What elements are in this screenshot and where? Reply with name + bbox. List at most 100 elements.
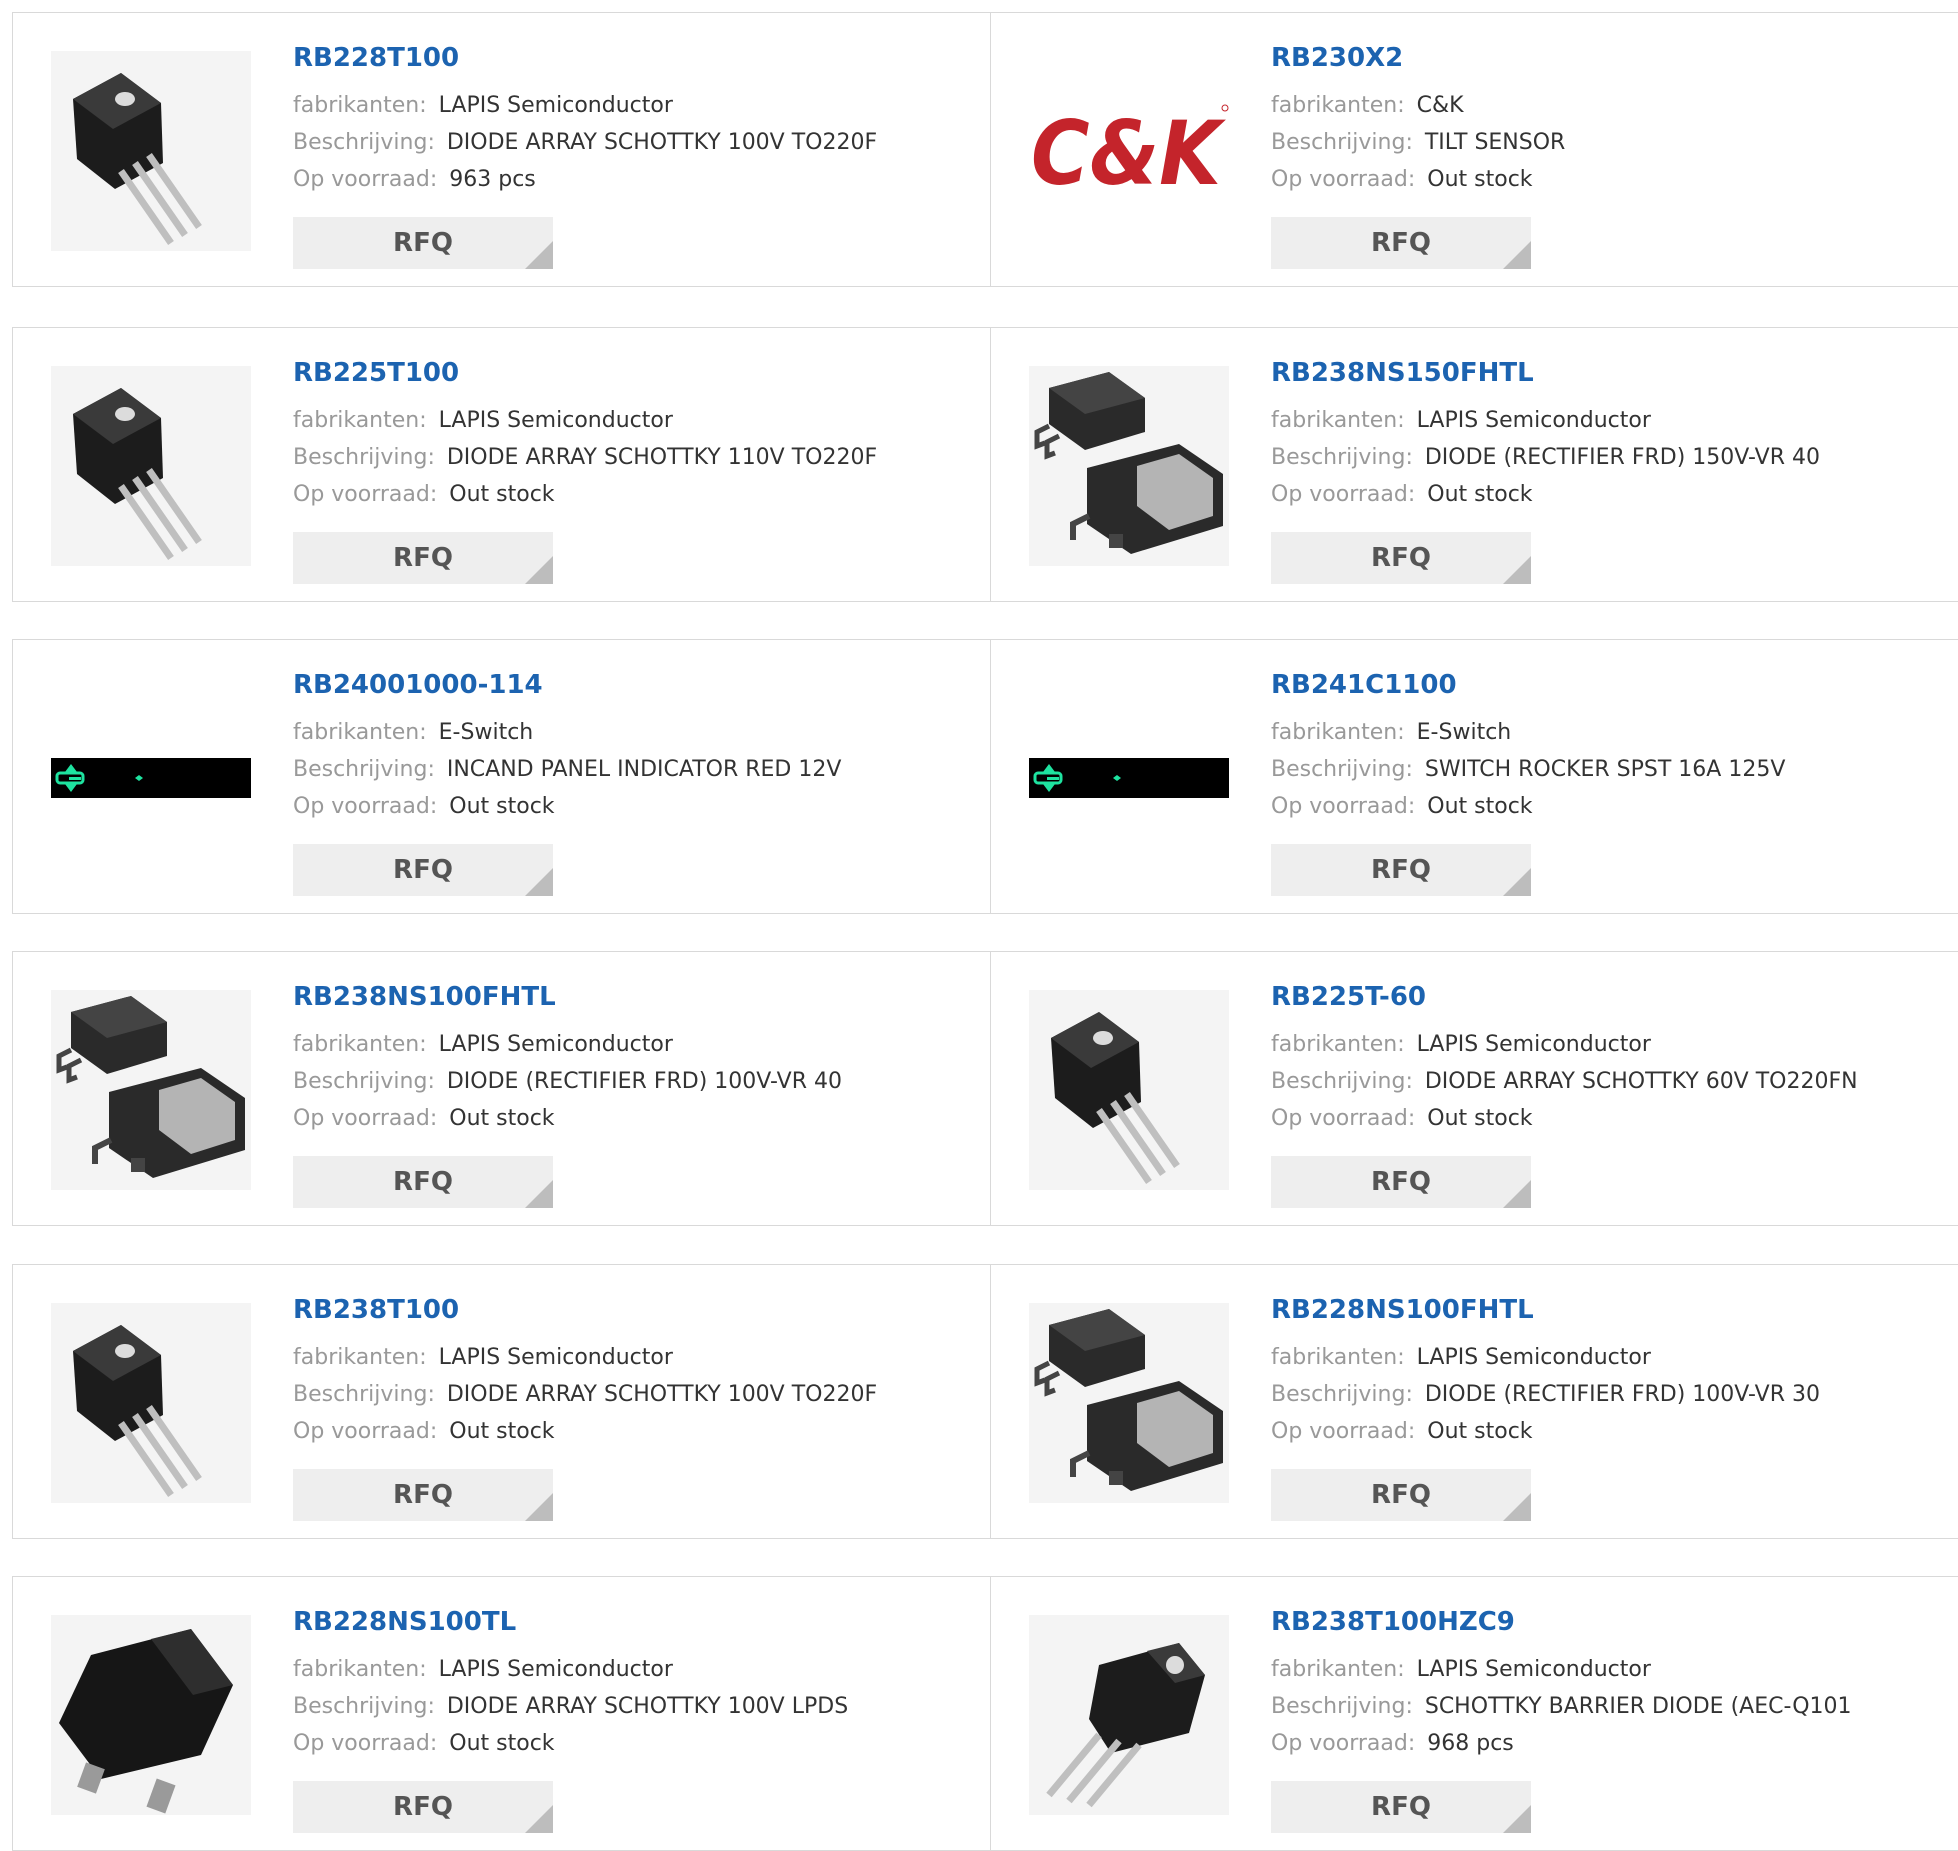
product-row: RB228NS100TL fabrikanten: LAPIS Semicondu… xyxy=(12,1576,1958,1851)
rfq-label: RFQ xyxy=(393,1792,453,1822)
to220-package-icon[interactable] xyxy=(1029,990,1229,1190)
rfq-button[interactable]: RFQ xyxy=(293,1469,553,1521)
part-number-link[interactable]: RB238T100HZC9 xyxy=(1271,1607,1958,1637)
description-label: Beschrijving: xyxy=(293,757,435,782)
manufacturer-label: fabrikanten: xyxy=(1271,720,1405,745)
to220-package-icon[interactable] xyxy=(51,1303,251,1503)
product-card: RB238NS100FHTL fabrikanten: LAPIS Semicon… xyxy=(12,951,991,1226)
stock-line: Op voorraad: Out stock xyxy=(1271,161,1958,198)
corner-triangle-icon xyxy=(1503,556,1531,584)
part-number-link[interactable]: RB228T100 xyxy=(293,43,980,73)
manufacturer-value: LAPIS Semiconductor xyxy=(1416,408,1651,433)
rfq-button[interactable]: RFQ xyxy=(293,1156,553,1208)
rfq-label: RFQ xyxy=(393,855,453,885)
part-number-link[interactable]: RB241C1100 xyxy=(1271,670,1958,700)
eswitch-strip-icon[interactable] xyxy=(1029,678,1229,878)
rfq-label: RFQ xyxy=(1371,1167,1431,1197)
rfq-button[interactable]: RFQ xyxy=(1271,1156,1531,1208)
stock-label: Op voorraad: xyxy=(293,482,438,507)
product-info: RB241C1100 fabrikanten: E-Switch Beschrij… xyxy=(1271,670,1958,825)
rfq-button[interactable]: RFQ xyxy=(293,1781,553,1833)
rfq-label: RFQ xyxy=(393,1167,453,1197)
stock-line: Op voorraad: Out stock xyxy=(1271,476,1958,513)
product-info: RB238T100HZC9 fabrikanten: LAPIS Semicond… xyxy=(1271,1607,1958,1762)
rfq-label: RFQ xyxy=(393,228,453,258)
stock-label: Op voorraad: xyxy=(1271,1106,1416,1131)
to220-alt-package-icon[interactable] xyxy=(1029,1615,1229,1815)
description-label: Beschrijving: xyxy=(1271,1694,1413,1719)
manufacturer-line: fabrikanten: LAPIS Semiconductor xyxy=(293,1339,980,1376)
eswitch-strip-icon[interactable] xyxy=(51,678,251,878)
description-line: Beschrijving: TILT SENSOR xyxy=(1271,124,1958,161)
description-label: Beschrijving: xyxy=(293,445,435,470)
part-number-link[interactable]: RB24001000-114 xyxy=(293,670,980,700)
description-line: Beschrijving: DIODE (RECTIFIER FRD) 100V-… xyxy=(1271,1376,1958,1413)
manufacturer-line: fabrikanten: LAPIS Semiconductor xyxy=(293,1651,980,1688)
description-value: TILT SENSOR xyxy=(1424,130,1566,155)
part-number-link[interactable]: RB228NS100TL xyxy=(293,1607,980,1637)
stock-line: Op voorraad: Out stock xyxy=(1271,1413,1958,1450)
stock-label: Op voorraad: xyxy=(1271,794,1416,819)
description-value: SWITCH ROCKER SPST 16A 125V xyxy=(1424,757,1786,782)
description-line: Beschrijving: DIODE ARRAY SCHOTTKY 100V T… xyxy=(293,124,980,161)
rfq-button[interactable]: RFQ xyxy=(1271,1469,1531,1521)
product-card: RB225T100 fabrikanten: LAPIS Semiconducto… xyxy=(12,327,991,602)
rfq-label: RFQ xyxy=(1371,855,1431,885)
stock-value: Out stock xyxy=(449,794,555,819)
lpds-package-icon[interactable] xyxy=(51,1615,251,1815)
stock-value: Out stock xyxy=(449,1419,555,1444)
dpak-pair-icon[interactable] xyxy=(1029,1303,1229,1503)
part-number-link[interactable]: RB230X2 xyxy=(1271,43,1958,73)
product-info: RB228NS100FHTL fabrikanten: LAPIS Semicon… xyxy=(1271,1295,1958,1450)
description-label: Beschrijving: xyxy=(293,1382,435,1407)
description-value: DIODE ARRAY SCHOTTKY 110V TO220F xyxy=(446,445,878,470)
manufacturer-line: fabrikanten: LAPIS Semiconductor xyxy=(1271,1026,1958,1063)
manufacturer-label: fabrikanten: xyxy=(1271,1657,1405,1682)
product-row: RB225T100 fabrikanten: LAPIS Semiconducto… xyxy=(12,327,1958,602)
description-line: Beschrijving: SCHOTTKY BARRIER DIODE (AEC… xyxy=(1271,1688,1958,1725)
description-line: Beschrijving: DIODE ARRAY SCHOTTKY 100V T… xyxy=(293,1376,980,1413)
part-number-link[interactable]: RB228NS100FHTL xyxy=(1271,1295,1958,1325)
rfq-button[interactable]: RFQ xyxy=(1271,844,1531,896)
manufacturer-line: fabrikanten: LAPIS Semiconductor xyxy=(293,87,980,124)
manufacturer-label: fabrikanten: xyxy=(1271,1032,1405,1057)
dpak-pair-icon[interactable] xyxy=(51,990,251,1190)
stock-label: Op voorraad: xyxy=(1271,1419,1416,1444)
ck-logo[interactable]: C&K xyxy=(1029,51,1229,251)
rfq-button[interactable]: RFQ xyxy=(1271,217,1531,269)
part-number-link[interactable]: RB225T100 xyxy=(293,358,980,388)
corner-triangle-icon xyxy=(1503,1805,1531,1833)
manufacturer-label: fabrikanten: xyxy=(1271,1345,1405,1370)
corner-triangle-icon xyxy=(525,556,553,584)
manufacturer-label: fabrikanten: xyxy=(1271,408,1405,433)
manufacturer-label: fabrikanten: xyxy=(293,1032,427,1057)
part-number-link[interactable]: RB225T-60 xyxy=(1271,982,1958,1012)
product-info: RB228NS100TL fabrikanten: LAPIS Semicondu… xyxy=(293,1607,980,1762)
svg-text:C&K: C&K xyxy=(1031,102,1226,205)
manufacturer-line: fabrikanten: LAPIS Semiconductor xyxy=(1271,1339,1958,1376)
rfq-button[interactable]: RFQ xyxy=(293,532,553,584)
rfq-button[interactable]: RFQ xyxy=(293,217,553,269)
description-line: Beschrijving: DIODE ARRAY SCHOTTKY 60V TO… xyxy=(1271,1063,1958,1100)
stock-value: Out stock xyxy=(1427,482,1533,507)
stock-label: Op voorraad: xyxy=(293,1731,438,1756)
part-number-link[interactable]: RB238T100 xyxy=(293,1295,980,1325)
corner-triangle-icon xyxy=(525,241,553,269)
dpak-pair-icon[interactable] xyxy=(1029,366,1229,566)
product-row: RB238NS100FHTL fabrikanten: LAPIS Semicon… xyxy=(12,951,1958,1226)
to220-package-icon[interactable] xyxy=(51,366,251,566)
description-line: Beschrijving: SWITCH ROCKER SPST 16A 125V xyxy=(1271,751,1958,788)
product-info: RB228T100 fabrikanten: LAPIS Semiconducto… xyxy=(293,43,980,198)
rfq-button[interactable]: RFQ xyxy=(293,844,553,896)
rfq-button[interactable]: RFQ xyxy=(1271,532,1531,584)
description-label: Beschrijving: xyxy=(1271,757,1413,782)
part-number-link[interactable]: RB238NS100FHTL xyxy=(293,982,980,1012)
part-number-link[interactable]: RB238NS150FHTL xyxy=(1271,358,1958,388)
to220-package-icon[interactable] xyxy=(51,51,251,251)
stock-line: Op voorraad: Out stock xyxy=(293,476,980,513)
stock-label: Op voorraad: xyxy=(293,794,438,819)
description-label: Beschrijving: xyxy=(1271,130,1413,155)
rfq-button[interactable]: RFQ xyxy=(1271,1781,1531,1833)
stock-line: Op voorraad: Out stock xyxy=(1271,788,1958,825)
product-info: RB238NS100FHTL fabrikanten: LAPIS Semicon… xyxy=(293,982,980,1137)
